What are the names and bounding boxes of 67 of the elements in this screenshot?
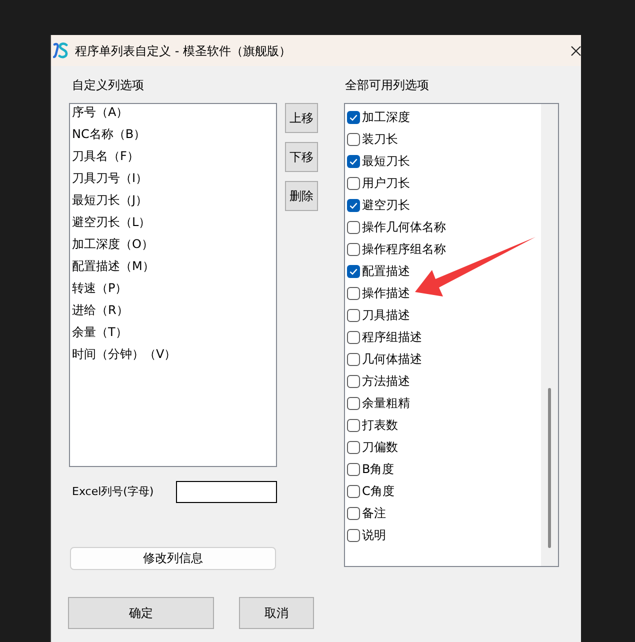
checkbox[interactable] — [347, 440, 360, 454]
delete-button[interactable]: 删除 — [285, 181, 318, 211]
checkbox-option[interactable]: 程序组描述 — [347, 326, 422, 348]
checkbox[interactable] — [347, 286, 360, 300]
checkbox[interactable] — [347, 352, 360, 366]
list-item[interactable]: 转速（P） — [72, 280, 128, 297]
checkbox-option[interactable]: B角度 — [347, 458, 394, 480]
checkbox-option[interactable]: 打表数 — [347, 414, 398, 436]
checkbox-option[interactable]: 余量粗精 — [347, 392, 410, 414]
checkbox[interactable] — [347, 198, 360, 212]
cancel-button[interactable]: 取消 — [239, 597, 314, 629]
checkbox-option[interactable]: 配置描述 — [347, 260, 410, 282]
checkbox-option[interactable]: 说明 — [347, 524, 386, 546]
logo-icon — [53, 42, 68, 59]
close-icon[interactable] — [571, 46, 581, 56]
scrollbar-thumb[interactable] — [548, 388, 551, 548]
checkbox[interactable] — [347, 176, 360, 190]
checkbox-option[interactable]: 几何体描述 — [347, 348, 422, 370]
checkbox[interactable] — [347, 110, 360, 124]
checkbox[interactable] — [347, 154, 360, 168]
checkbox-option[interactable]: 最短刀长 — [347, 150, 410, 172]
checkbox[interactable] — [347, 264, 360, 278]
list-item[interactable]: 序号（A） — [72, 104, 128, 121]
move-down-button[interactable]: 下移 — [285, 142, 318, 172]
checkbox[interactable] — [347, 330, 360, 344]
checkbox[interactable] — [347, 308, 360, 322]
list-item[interactable]: 加工深度（O） — [72, 236, 154, 253]
checkbox-option[interactable]: 刀偏数 — [347, 436, 398, 458]
checkbox[interactable] — [347, 242, 360, 256]
field-label: Excel列号(字母) — [71, 485, 154, 499]
checkbox-option[interactable]: 操作几何体名称 — [347, 216, 446, 238]
list-item[interactable]: 避空刃长（L） — [72, 214, 151, 231]
list-item[interactable]: 刀具名（F） — [72, 148, 139, 165]
checkbox-option[interactable]: 方法描述 — [347, 370, 410, 392]
checkbox-option[interactable]: 刀具描述 — [347, 304, 410, 326]
list-item[interactable]: 最短刀长（J） — [72, 192, 148, 209]
list-item[interactable]: 时间（分钟）（V） — [72, 346, 176, 363]
checkbox[interactable] — [347, 418, 360, 432]
checkbox[interactable] — [347, 374, 360, 388]
modify-button[interactable]: 修改列信息 — [70, 547, 276, 570]
checkbox[interactable] — [347, 484, 360, 498]
checkbox-option[interactable]: C角度 — [347, 480, 394, 502]
list-item[interactable]: 进给（R） — [72, 302, 128, 319]
list-item[interactable]: 余量（T） — [72, 324, 128, 341]
section-label: 自定义列选项 — [71, 77, 144, 93]
input-field[interactable] — [176, 481, 277, 503]
list-item[interactable]: 刀具刀号（I） — [72, 170, 148, 187]
checkbox-option[interactable]: 用户刀长 — [347, 172, 410, 194]
checkbox[interactable] — [347, 506, 360, 520]
checkbox[interactable] — [347, 220, 360, 234]
ok-button[interactable]: 确定 — [68, 597, 214, 629]
checkbox-option[interactable]: 装刀长 — [347, 128, 398, 150]
checkbox-option[interactable]: 操作程序组名称 — [347, 238, 446, 260]
list-item[interactable]: NC名称（B） — [72, 126, 146, 143]
checkbox[interactable] — [347, 396, 360, 410]
move-up-button[interactable]: 上移 — [285, 103, 318, 133]
window-title: 程序单列表自定义 - 模圣软件（旗舰版） — [75, 42, 292, 58]
checkbox[interactable] — [347, 528, 360, 542]
checkbox-option[interactable]: 加工深度 — [347, 106, 410, 128]
checkbox-option[interactable]: 备注 — [347, 502, 386, 524]
checkbox[interactable] — [347, 462, 360, 476]
list-item[interactable]: 配置描述（M） — [72, 258, 154, 275]
checkbox[interactable] — [347, 132, 360, 146]
scrollbar[interactable] — [541, 104, 558, 566]
checkbox-option[interactable]: 避空刃长 — [347, 194, 410, 216]
checkbox-option[interactable]: 操作描述 — [347, 282, 410, 304]
section-label: 全部可用列选项 — [344, 77, 430, 93]
